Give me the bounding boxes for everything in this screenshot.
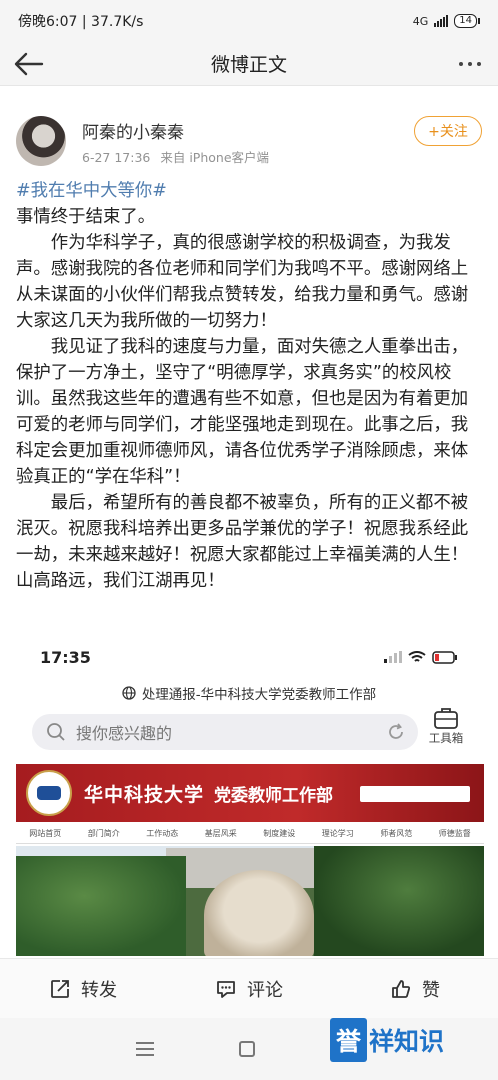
watermark-logo: 誉 祥知识: [330, 1012, 444, 1068]
menu-item: 网站首页: [29, 829, 62, 838]
comment-button[interactable]: 评论: [166, 959, 332, 1018]
status-bar: 傍晚6:07 | 37.7K/s 4G 14: [0, 0, 498, 42]
post-meta: 6-27 17:36 来自 iPhone客户端: [82, 147, 275, 166]
post-body: #我在华中大等你# 事情终于结束了。 作为华科学子，真的很感谢学校的积极调查，为…: [16, 178, 484, 594]
image-search-placeholder: 搜你感兴趣的: [76, 724, 173, 743]
avatar[interactable]: [16, 116, 66, 166]
network-label: 4G: [412, 14, 429, 28]
post-date: 6-27 17:36: [82, 150, 151, 165]
status-time: 傍晚6:07 | 37.7K/s: [18, 14, 144, 30]
globe-icon: [122, 686, 136, 700]
follow-button[interactable]: +关注: [414, 116, 482, 146]
post-paragraph: 事情终于结束了。: [16, 207, 156, 227]
image-status-bar: 17:35: [14, 640, 484, 674]
menu-item: 部门简介: [87, 829, 120, 838]
department-name: 党委教师工作部: [214, 785, 334, 806]
image-time: 17:35: [40, 647, 91, 667]
menu-item: 师者风范: [380, 829, 413, 838]
wifi-icon: [408, 650, 426, 662]
recent-apps-icon[interactable]: [136, 1042, 154, 1056]
menu-item: 理论学习: [321, 829, 354, 838]
signal-icon: [434, 15, 449, 27]
post-source: 来自 iPhone客户端: [160, 150, 270, 165]
nav-bar: 微博正文: [0, 42, 498, 86]
toolbox-label: 工具箱: [428, 731, 464, 745]
comment-icon: [217, 980, 235, 998]
image-site-banner: 华中科技大学 党委教师工作部: [16, 764, 484, 822]
repost-button[interactable]: 转发: [0, 959, 166, 1018]
image-site-menu: 网站首页 部门简介 工作动态 基层风采 制度建设 理论学习 师者风范 师德监督: [16, 824, 484, 844]
search-icon: [47, 723, 65, 741]
author-name[interactable]: 阿秦的小秦秦: [82, 118, 184, 143]
post-paragraph: 作为华科学子，真的很感谢学校的积极调查，为我发声。感谢我院的各位老师和同学们为我…: [16, 233, 469, 331]
status-icons: 4G 14: [413, 14, 480, 28]
watermark-box: 誉: [330, 1018, 368, 1062]
battery-icon: [432, 650, 457, 664]
signal-icon: [384, 651, 402, 663]
university-logo: [26, 770, 72, 816]
action-bar: 转发 评论 赞: [0, 958, 498, 1018]
menu-item: 师德监督: [438, 829, 471, 838]
more-icon[interactable]: [454, 50, 486, 78]
author-header: 阿秦的小秦秦 6-27 17:36 来自 iPhone客户端 +关注: [0, 100, 498, 172]
toolbox-icon: [434, 708, 458, 729]
watermark-text: 祥知识: [369, 1027, 445, 1056]
banner-search-box: [360, 786, 470, 802]
menu-item: 制度建设: [263, 829, 296, 838]
repost-label: 转发: [81, 979, 117, 1001]
page-title: 微博正文: [210, 54, 287, 76]
home-icon[interactable]: [239, 1041, 255, 1057]
post-paragraph: 最后，希望所有的善良都不被辜负，所有的正义都不被泯灭。祝愿我科培养出更多品学兼优…: [16, 493, 469, 591]
post-paragraph: 我见证了我科的速度与力量，面对失德之人重拳出击，保护了一方净土，坚守了“明德厚学…: [16, 337, 469, 487]
image-url-bar: 处理通报-华中科技大学党委教师工作部: [14, 682, 484, 704]
campus-photo: [16, 846, 484, 956]
university-name: 华中科技大学: [84, 783, 205, 806]
like-button[interactable]: 赞: [332, 959, 498, 1018]
thumbs-up-icon: [392, 979, 411, 998]
image-status-icons: [384, 650, 458, 664]
like-label: 赞: [422, 979, 440, 1001]
repost-icon: [51, 979, 69, 998]
hashtag-link[interactable]: #我在华中大等你#: [16, 178, 484, 204]
image-toolbox: 工具箱: [420, 706, 472, 756]
battery-icon: 14: [454, 14, 480, 28]
refresh-icon: [389, 723, 403, 739]
post-image[interactable]: 17:35 处理通报-华中科技大学党委教师工作部 搜你感兴趣的 工具箱 华中科技…: [14, 640, 484, 956]
back-arrow-icon[interactable]: [12, 50, 46, 78]
menu-item: 基层风采: [204, 829, 237, 838]
image-page-title: 处理通报-华中科技大学党委教师工作部: [141, 687, 377, 703]
menu-item: 工作动态: [146, 829, 179, 838]
image-search-bar: 搜你感兴趣的: [32, 714, 418, 750]
comment-label: 评论: [247, 979, 283, 1001]
